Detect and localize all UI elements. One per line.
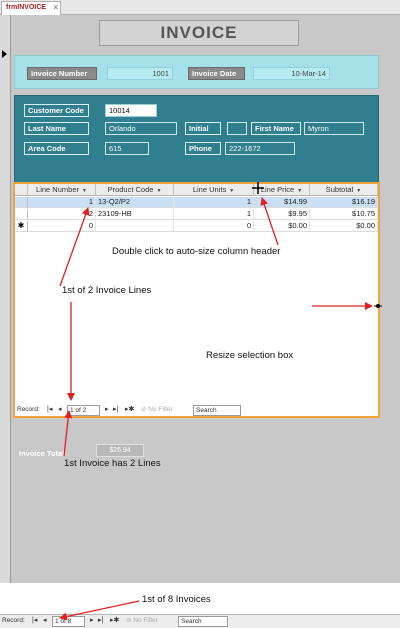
cell-line-number[interactable]: 2 [28,209,96,220]
column-header-line-price[interactable]: Line Price ▼ [254,184,310,196]
record-label: Record: [17,406,40,413]
form-title: INVOICE [99,20,299,46]
invoice-number-label: Invoice Number [27,67,97,80]
first-name-label: First Name [251,122,301,135]
cell-line-price[interactable]: $9.95 [254,209,310,220]
row-selector[interactable] [15,197,28,208]
first-record-icon[interactable]: |◂ [47,405,52,416]
cell-product-code[interactable] [96,221,174,232]
main-record-navigation: Record: |◂ ◂ 1 of 8 ▸ ▸| ▸✱ ⊘ No Filter … [2,616,242,627]
column-header-line-units[interactable]: Line Units ▼ [174,184,254,196]
invoice-header-panel: Invoice Number 1001 Invoice Date 10-Mar-… [14,55,379,89]
invoice-number-field[interactable]: 1001 [107,67,173,80]
subform-record-navigation: Record: |◂ ◂ 1 of 2 ▸ ▸| ▸✱ ⊘ No Filter … [17,405,247,416]
invoice-total-field[interactable]: $26.94 [96,444,144,457]
annotation-invoice-has-lines: 1st Invoice has 2 Lines [64,458,161,469]
first-record-icon[interactable]: |◂ [32,616,37,627]
no-filter-button[interactable]: ⊘ No Filter [141,405,173,416]
next-record-icon[interactable]: ▸ [90,616,94,627]
next-record-icon[interactable]: ▸ [105,405,109,416]
previous-record-icon[interactable]: ◂ [58,405,62,416]
column-header-line-number[interactable]: Line Number ▼ [28,184,96,196]
column-header-subtotal[interactable]: Subtotal ▼ [310,184,378,196]
dropdown-arrow-icon[interactable]: ▼ [229,188,234,194]
main-status-bar: Record: |◂ ◂ 1 of 8 ▸ ▸| ▸✱ ⊘ No Filter … [0,614,400,628]
column-header-product-code[interactable]: Product Code ▼ [96,184,174,196]
tab-frminvoice[interactable]: frmINVOICE × [1,1,62,15]
phone-label: Phone [185,142,221,155]
tab-label: frmINVOICE [6,4,47,11]
phone-field[interactable]: 222-1672 [225,142,295,155]
document-tab-bar: frmINVOICE × [0,0,400,15]
new-record-icon[interactable]: ▸✱ [110,616,119,627]
cell-subtotal[interactable]: $16.19 [310,197,378,208]
close-icon[interactable]: × [53,2,58,14]
annotation-resize: Resize selection box [206,350,294,361]
no-filter-button[interactable]: ⊘ No Filter [126,616,158,627]
cell-subtotal[interactable]: $0.00 [310,221,378,232]
cell-line-units[interactable]: 1 [174,209,254,220]
grid-header: Line Number ▼ Product Code ▼ Line Units ▼ L… [15,184,378,196]
initial-field[interactable] [227,122,247,135]
dropdown-arrow-icon[interactable]: ▼ [356,188,361,194]
cell-line-price[interactable]: $0.00 [254,221,310,232]
table-row-new[interactable]: ✱ 0 0 $0.00 $0.00 [15,221,378,232]
invoice-date-field[interactable]: 10-Mar-14 [253,67,330,80]
invoice-lines-subform[interactable]: Line Number ▼ Product Code ▼ Line Units ▼ L… [13,182,380,418]
annotation-invoice-position: 1st of 8 Invoices [142,594,211,605]
last-name-label: Last Name [24,122,89,135]
search-input[interactable]: Search [193,405,241,416]
record-position-field[interactable]: 1 of 2 [67,405,100,416]
table-row[interactable]: 2 23109-HB 1 $9.95 $10.75 [15,209,378,220]
invoice-date-label: Invoice Date [188,67,245,80]
cell-line-units[interactable]: 1 [174,197,254,208]
customer-panel: Customer Code 10014 Last Name Orlando In… [14,95,379,184]
customer-code-field[interactable]: 10014 [105,104,157,117]
new-record-icon[interactable]: ▸✱ [125,405,134,416]
last-name-field[interactable]: Orlando [105,122,177,135]
dropdown-arrow-icon[interactable]: ▼ [156,188,161,194]
annotation-invoice-lines-position: 1st of 2 Invoice Lines [62,285,152,296]
initial-label: Initial [185,122,221,135]
area-code-label: Area Code [24,142,89,155]
search-input[interactable]: Search [178,616,228,627]
area-code-field[interactable]: 615 [105,142,149,155]
cell-product-code[interactable]: 13-Q2/P2 [96,197,174,208]
row-selector[interactable] [15,209,28,220]
dropdown-arrow-icon[interactable]: ▼ [297,188,302,194]
previous-record-icon[interactable]: ◂ [43,616,47,627]
current-record-arrow-icon [2,50,7,58]
dropdown-arrow-icon[interactable]: ▼ [82,188,87,194]
cell-line-number[interactable]: 0 [28,221,96,232]
invoice-form: INVOICE Invoice Number 1001 Invoice Date… [0,15,400,583]
cell-line-price[interactable]: $14.99 [254,197,310,208]
cell-product-code[interactable]: 23109-HB [96,209,174,220]
record-position-field[interactable]: 1 of 8 [52,616,85,627]
record-selector[interactable] [0,15,11,583]
new-record-icon[interactable]: ✱ [15,221,28,232]
record-label: Record: [2,617,25,624]
cell-line-number[interactable]: 1 [28,197,96,208]
last-record-icon[interactable]: ▸| [113,405,118,416]
table-row[interactable]: 1 13-Q2/P2 1 $14.99 $16.19 [15,197,378,208]
customer-code-label: Customer Code [24,104,89,117]
last-record-icon[interactable]: ▸| [98,616,103,627]
select-all-corner[interactable] [15,184,28,196]
first-name-field[interactable]: Myron [304,122,364,135]
cell-line-units[interactable]: 0 [174,221,254,232]
cell-subtotal[interactable]: $10.75 [310,209,378,220]
annotation-autosize: Double click to auto-size column header [112,246,281,257]
